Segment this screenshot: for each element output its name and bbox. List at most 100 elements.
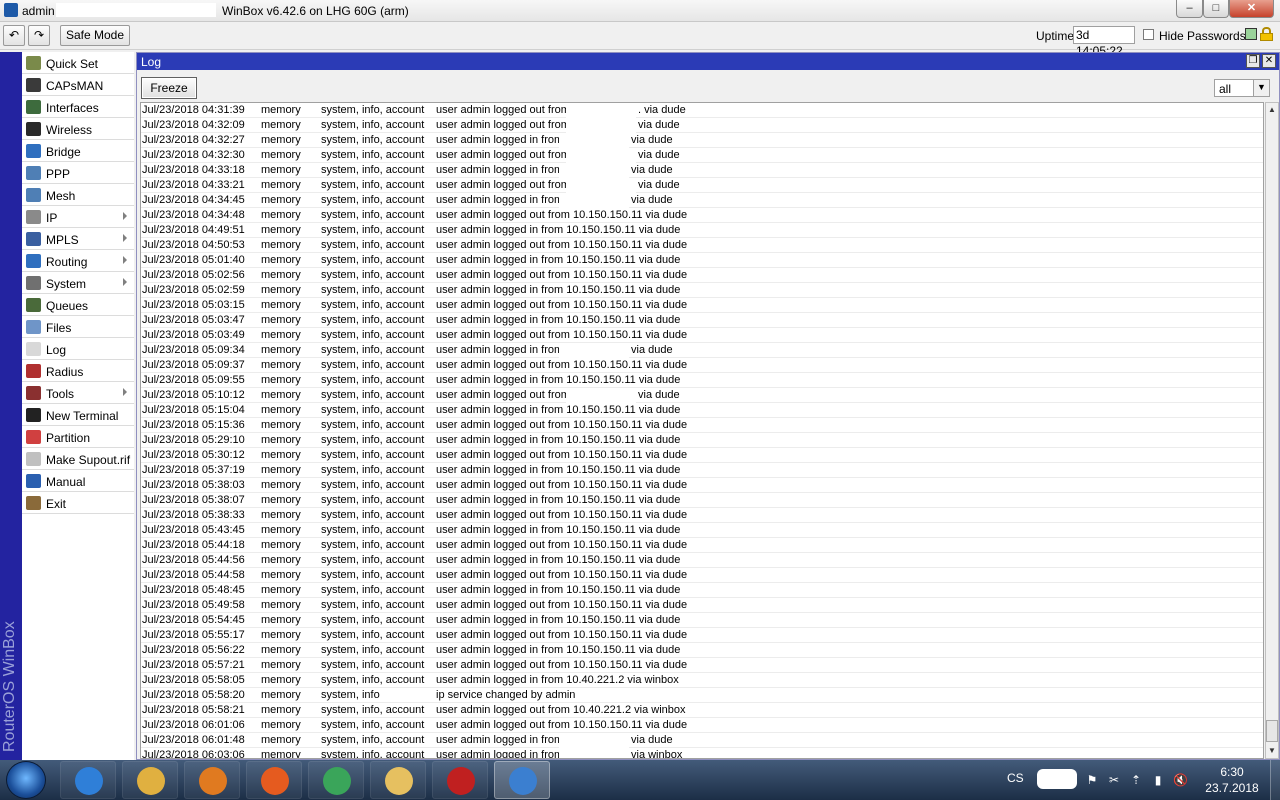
taskbar-firefox-button[interactable] [246,761,302,799]
menu-item-make-supout-rif[interactable]: Make Supout.rif [22,448,134,470]
log-row[interactable]: Jul/23/2018 05:37:19 memory system, info, … [141,463,1263,478]
log-row[interactable]: Jul/23/2018 05:02:59 memory system, info, … [141,283,1263,298]
topic-filter-select[interactable]: all ▼ [1214,79,1270,97]
menu-item-manual[interactable]: Manual [22,470,134,492]
log-row[interactable]: Jul/23/2018 05:15:04 memory system, info, … [141,403,1263,418]
log-row[interactable]: Jul/23/2018 05:57:21 memory system, info, … [141,658,1263,673]
hide-passwords-checkbox[interactable] [1143,29,1154,40]
log-row[interactable]: Jul/23/2018 05:09:34 memory system, info, … [141,343,1263,358]
safe-mode-button[interactable]: Safe Mode [60,25,130,46]
menu-item-routing[interactable]: Routing [22,250,134,272]
log-row[interactable]: Jul/23/2018 05:38:07 memory system, info, … [141,493,1263,508]
clock-date[interactable]: 23.7.2018 [1202,781,1262,795]
volume-muted-icon[interactable]: 🔇 [1173,772,1188,788]
tool-icon[interactable]: ✂ [1107,772,1121,788]
network-icon[interactable]: ⇡ [1129,772,1143,788]
log-row[interactable]: Jul/23/2018 05:15:36 memory system, info, … [141,418,1263,433]
log-row[interactable]: Jul/23/2018 04:33:21 memory system, info, … [141,178,1263,193]
clock-time[interactable]: 6:30 [1209,765,1255,779]
menu-item-files[interactable]: Files [22,316,134,338]
close-window-icon[interactable]: ✕ [1262,54,1276,68]
log-row[interactable]: Jul/23/2018 05:30:12 memory system, info, … [141,448,1263,463]
log-row[interactable]: Jul/23/2018 04:31:39 memory system, info, … [141,103,1263,118]
taskbar-chrome-button[interactable] [308,761,364,799]
menu-item-log[interactable]: Log [22,338,134,360]
log-row[interactable]: Jul/23/2018 05:09:37 memory system, info, … [141,358,1263,373]
log-row[interactable]: Jul/23/2018 04:32:30 memory system, info, … [141,148,1263,163]
language-indicator[interactable]: CS [1007,771,1024,785]
menu-item-capsman[interactable]: CAPsMAN [22,74,134,96]
log-row[interactable]: Jul/23/2018 05:44:58 memory system, info, … [141,568,1263,583]
log-row[interactable]: Jul/23/2018 04:32:09 memory system, info, … [141,118,1263,133]
menu-item-partition[interactable]: Partition [22,426,134,448]
log-row[interactable]: Jul/23/2018 05:03:49 memory system, info, … [141,328,1263,343]
menu-item-tools[interactable]: Tools [22,382,134,404]
log-row[interactable]: Jul/23/2018 05:54:45 memory system, info, … [141,613,1263,628]
log-row[interactable]: Jul/23/2018 05:01:40 memory system, info, … [141,253,1263,268]
log-row[interactable]: Jul/23/2018 04:50:53 memory system, info, … [141,238,1263,253]
menu-item-queues[interactable]: Queues [22,294,134,316]
taskbar-explorer-button[interactable] [122,761,178,799]
log-row[interactable]: Jul/23/2018 05:09:55 memory system, info, … [141,373,1263,388]
menu-item-exit[interactable]: Exit [22,492,134,514]
log-row[interactable]: Jul/23/2018 05:58:21 memory system, info, … [141,703,1263,718]
log-row[interactable]: Jul/23/2018 06:01:48 memory system, info, … [141,733,1263,748]
log-row[interactable]: Jul/23/2018 05:55:17 memory system, info, … [141,628,1263,643]
log-row[interactable]: Jul/23/2018 05:58:20 memory system, info ip… [141,688,1263,703]
close-button[interactable]: ✕ [1229,0,1274,18]
log-row[interactable]: Jul/23/2018 05:02:56 memory system, info, … [141,268,1263,283]
log-row[interactable]: Jul/23/2018 05:10:12 memory system, info, … [141,388,1263,403]
log-row[interactable]: Jul/23/2018 06:03:06 memory system, info, … [141,748,1263,758]
log-row[interactable]: Jul/23/2018 04:32:27 memory system, info, … [141,133,1263,148]
log-row[interactable]: Jul/23/2018 05:38:33 memory system, info, … [141,508,1263,523]
menu-item-interfaces[interactable]: Interfaces [22,96,134,118]
menu-item-new-terminal[interactable]: New Terminal [22,404,134,426]
signal-icon[interactable]: ▮ [1151,772,1165,788]
scroll-thumb[interactable] [1266,720,1278,742]
log-row[interactable]: Jul/23/2018 05:03:15 memory system, info, … [141,298,1263,313]
log-row[interactable]: Jul/23/2018 04:34:45 memory system, info, … [141,193,1263,208]
menu-item-mesh[interactable]: Mesh [22,184,134,206]
menu-item-ppp[interactable]: PPP [22,162,134,184]
log-row[interactable]: Jul/23/2018 05:29:10 memory system, info, … [141,433,1263,448]
flag-icon[interactable]: ⚑ [1085,772,1099,788]
log-row[interactable]: Jul/23/2018 05:58:05 memory system, info, … [141,673,1263,688]
log-row[interactable]: Jul/23/2018 05:44:18 memory system, info, … [141,538,1263,553]
log-row[interactable]: Jul/23/2018 04:33:18 memory system, info, … [141,163,1263,178]
log-scrollbar[interactable]: ▲ ▼ [1265,102,1279,759]
log-list[interactable]: Jul/23/2018 04:31:39 memory system, info, … [140,102,1264,759]
taskbar-winbox-button[interactable] [494,761,550,799]
menu-item-mpls[interactable]: MPLS [22,228,134,250]
chevron-down-icon[interactable]: ▼ [1253,80,1269,96]
log-row[interactable]: Jul/23/2018 05:38:03 memory system, info, … [141,478,1263,493]
log-row[interactable]: Jul/23/2018 05:48:45 memory system, info, … [141,583,1263,598]
log-row[interactable]: Jul/23/2018 05:44:56 memory system, info, … [141,553,1263,568]
show-desktop-button[interactable] [1270,760,1280,800]
minimize-button[interactable]: – [1176,0,1203,18]
menu-item-bridge[interactable]: Bridge [22,140,134,162]
maximize-button[interactable]: □ [1203,0,1229,18]
log-row[interactable]: Jul/23/2018 04:49:51 memory system, info, … [141,223,1263,238]
taskbar-ie-button[interactable] [60,761,116,799]
restore-window-icon[interactable]: ❐ [1246,54,1260,68]
freeze-button[interactable]: Freeze [141,77,197,99]
start-button[interactable] [6,761,46,799]
scroll-down-icon[interactable]: ▼ [1266,744,1278,758]
menu-item-system[interactable]: System [22,272,134,294]
log-row[interactable]: Jul/23/2018 06:01:06 memory system, info, … [141,718,1263,733]
taskbar-mail-button[interactable] [370,761,426,799]
menu-item-radius[interactable]: Radius [22,360,134,382]
menu-item-wireless[interactable]: Wireless [22,118,134,140]
log-row[interactable]: Jul/23/2018 04:34:48 memory system, info, … [141,208,1263,223]
log-row[interactable]: Jul/23/2018 05:03:47 memory system, info, … [141,313,1263,328]
log-row[interactable]: Jul/23/2018 05:56:22 memory system, info, … [141,643,1263,658]
redo-button[interactable]: ↷ [28,25,50,46]
log-row[interactable]: Jul/23/2018 05:49:58 memory system, info, … [141,598,1263,613]
scroll-up-icon[interactable]: ▲ [1266,103,1278,117]
undo-button[interactable]: ↶ [3,25,25,46]
log-row[interactable]: Jul/23/2018 05:43:45 memory system, info, … [141,523,1263,538]
taskbar-dude-button[interactable] [432,761,488,799]
menu-item-ip[interactable]: IP [22,206,134,228]
taskbar-media-player-button[interactable] [184,761,240,799]
menu-item-quick-set[interactable]: Quick Set [22,52,134,74]
